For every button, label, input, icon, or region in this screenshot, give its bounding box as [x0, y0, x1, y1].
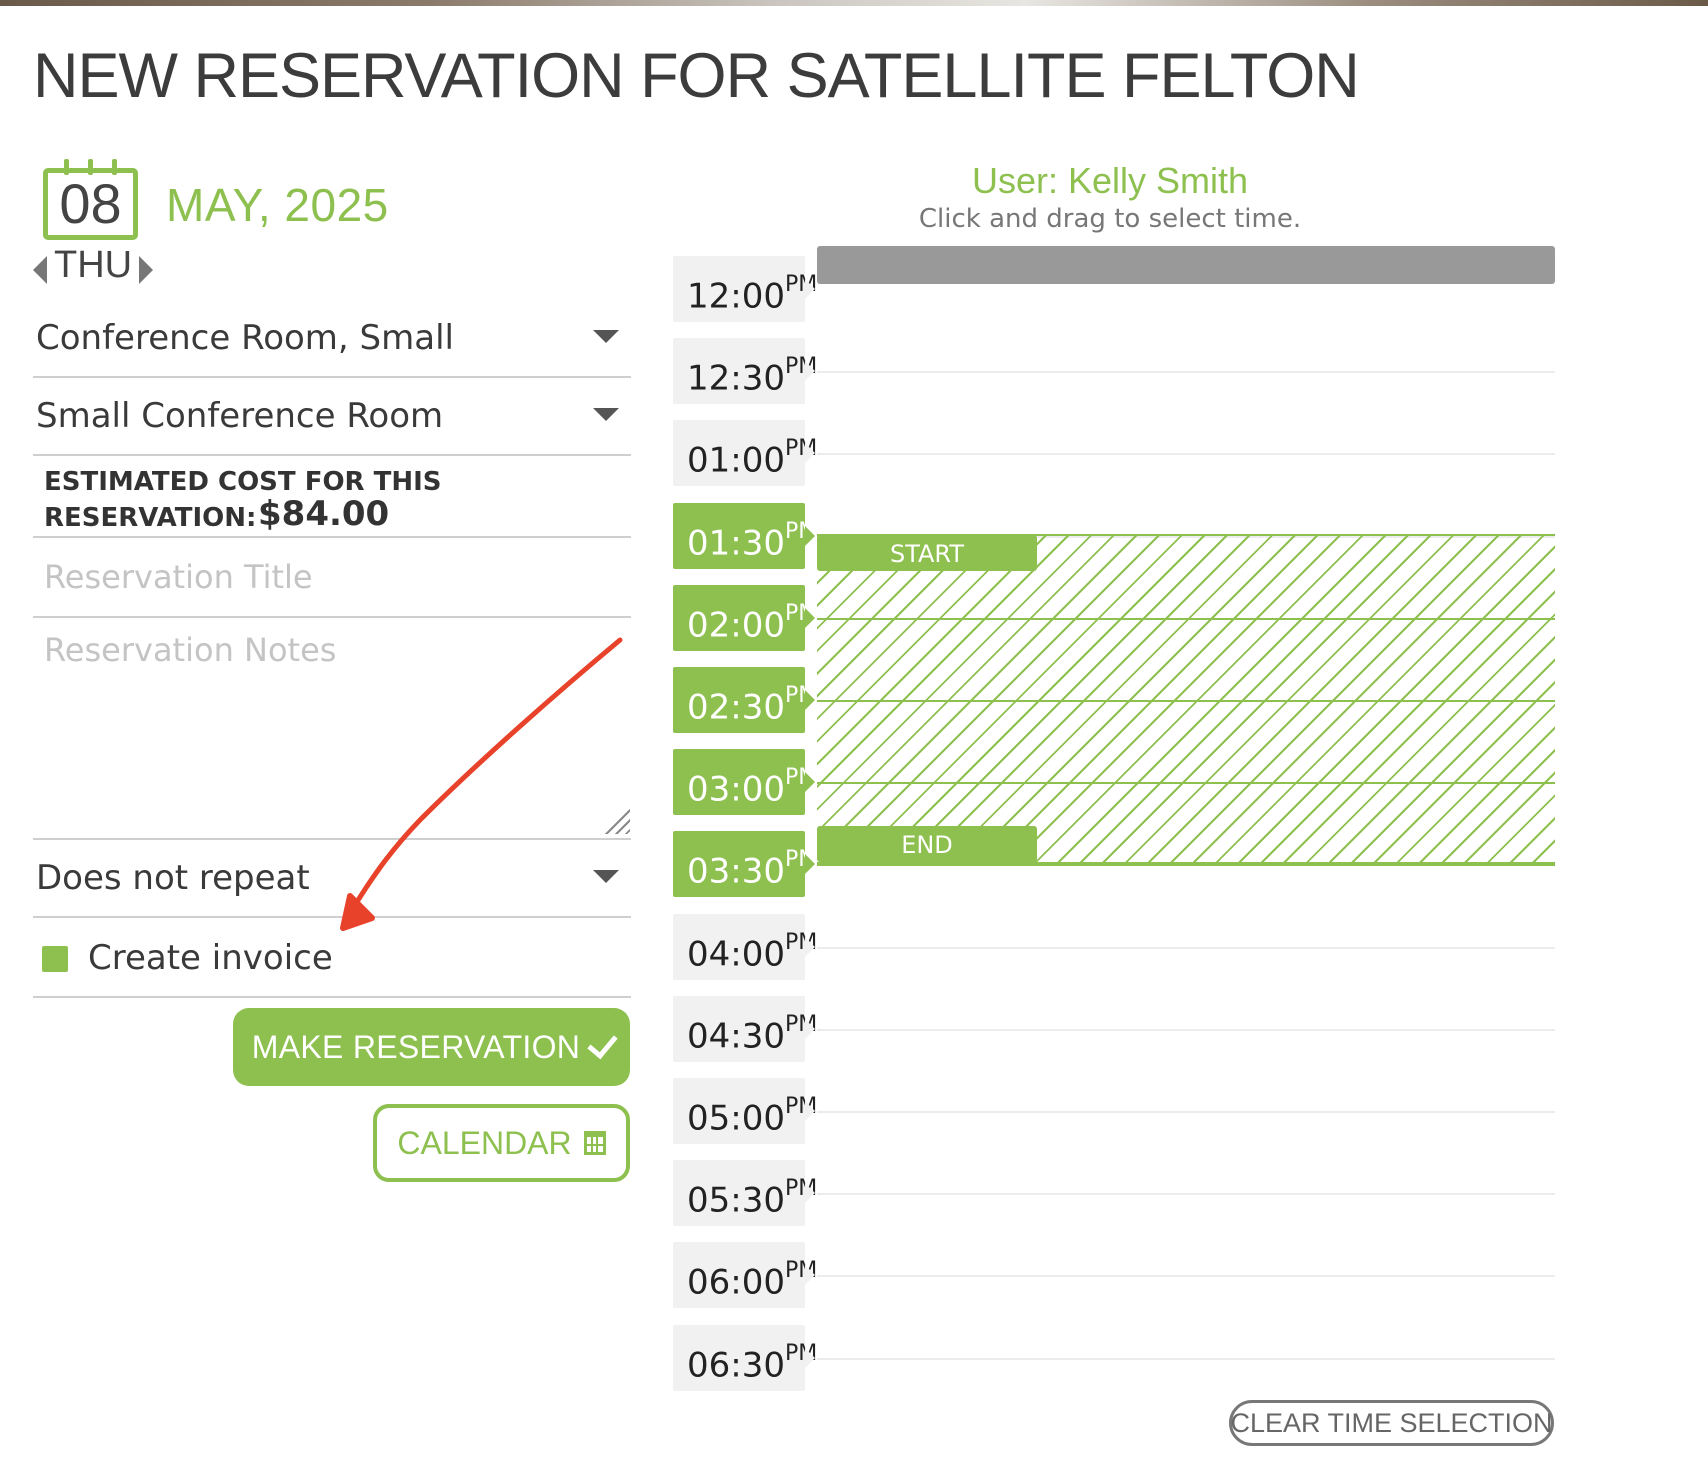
time-slot-time: 02:00	[687, 605, 785, 646]
time-slot-label[interactable]: 01:30PM	[673, 503, 817, 569]
time-slot-time: 05:30	[687, 1180, 785, 1221]
selection-gridline	[817, 782, 1555, 784]
time-slot-label[interactable]: 04:30PM	[673, 996, 817, 1062]
check-icon	[587, 1027, 618, 1059]
time-slot-period: PM	[784, 1341, 818, 1366]
make-reservation-button[interactable]: MAKE RESERVATION	[233, 1008, 630, 1086]
time-slot-time: 06:00	[687, 1262, 785, 1303]
time-slot-label[interactable]: 04:00PM	[673, 914, 817, 980]
time-slot-gridline	[817, 947, 1555, 949]
caret-down-icon	[593, 408, 619, 421]
repeat-value: Does not repeat	[36, 858, 310, 898]
room-select[interactable]: Small Conference Room	[33, 378, 631, 456]
time-slot-time: 01:30	[687, 523, 785, 564]
time-slot-time: 12:00	[687, 276, 785, 317]
time-slot-period: PM	[784, 272, 818, 297]
time-slot-time: 03:30	[687, 851, 785, 892]
time-slot-label[interactable]: 05:30PM	[673, 1160, 817, 1226]
date-weekday: THU	[54, 244, 133, 286]
time-slot-label[interactable]: 02:30PM	[673, 667, 817, 733]
schedule-user: User: Kelly Smith	[971, 160, 1249, 201]
caret-down-icon	[593, 870, 619, 883]
time-slot-label[interactable]: 01:00PM	[673, 420, 817, 486]
caret-down-icon	[593, 330, 619, 343]
selection-gridline	[817, 700, 1555, 702]
cost-value: $84.00	[258, 494, 390, 534]
selection-gridline	[817, 864, 1555, 866]
create-invoice-checkbox[interactable]	[42, 946, 68, 972]
chevron-left-icon[interactable]	[33, 256, 47, 284]
time-slot-period: PM	[784, 519, 818, 544]
time-slot-period: PM	[784, 683, 818, 708]
chevron-right-icon[interactable]	[139, 256, 153, 284]
booked-time-block	[817, 246, 1555, 284]
time-slot-time: 02:30	[687, 687, 785, 728]
time-slot-period: PM	[784, 847, 818, 872]
estimated-cost: ESTIMATED COST FOR THIS RESERVATION: $84…	[33, 456, 631, 538]
clear-time-selection-button[interactable]: CLEAR TIME SELECTION	[1229, 1400, 1554, 1446]
date-day: 08	[59, 172, 122, 235]
make-reservation-label: MAKE RESERVATION	[251, 1028, 581, 1065]
header-image-strip	[0, 0, 1708, 6]
time-slot-time: 04:30	[687, 1016, 785, 1057]
time-slot-time: 05:00	[687, 1098, 785, 1139]
time-slot-time: 06:30	[687, 1345, 785, 1386]
time-slot-gridline	[817, 1029, 1555, 1031]
selection-start-handle[interactable]: START	[817, 535, 1037, 571]
time-slot-gridline	[817, 1358, 1555, 1360]
time-slot-gridline	[817, 1275, 1555, 1277]
create-invoice-label[interactable]: Create invoice	[88, 938, 333, 978]
schedule-hint: Click and drag to select time.	[918, 204, 1302, 234]
time-slot-period: PM	[784, 1094, 818, 1119]
room-value: Small Conference Room	[36, 396, 444, 436]
time-slot-period: PM	[784, 930, 818, 955]
time-slot-period: PM	[784, 1176, 818, 1201]
time-slot-label[interactable]: 06:00PM	[673, 1242, 817, 1308]
time-slot-label[interactable]: 06:30PM	[673, 1325, 817, 1391]
time-slot-label[interactable]: 05:00PM	[673, 1078, 817, 1144]
time-slot-period: PM	[784, 354, 818, 379]
date-month-year: MAY, 2025	[166, 179, 389, 231]
time-slot-time: 12:30	[687, 358, 785, 399]
time-slot-period: PM	[784, 1258, 818, 1283]
calendar-button-label: CALENDAR	[397, 1124, 572, 1161]
time-slot-label[interactable]: 12:30PM	[673, 338, 817, 404]
time-slot-label[interactable]: 02:00PM	[673, 585, 817, 651]
time-slot-gridline	[817, 1111, 1555, 1113]
time-slot-period: PM	[784, 765, 818, 790]
room-type-select[interactable]: Conference Room, Small	[33, 300, 631, 378]
calendar-icon	[583, 1131, 606, 1155]
time-slot-period: PM	[784, 601, 818, 626]
reservation-notes-input[interactable]	[33, 618, 631, 840]
time-slot-label[interactable]: 03:00PM	[673, 749, 817, 815]
time-slot-gridline	[817, 1193, 1555, 1195]
time-slot-time: 01:00	[687, 440, 785, 481]
time-slot-time: 03:00	[687, 769, 785, 810]
time-slot-gridline	[817, 453, 1555, 455]
room-type-value: Conference Room, Small	[36, 318, 454, 358]
time-slot-period: PM	[784, 1012, 818, 1037]
time-slot-label[interactable]: 03:30PM	[673, 831, 817, 897]
repeat-select[interactable]: Does not repeat	[33, 840, 631, 918]
time-slot-period: PM	[784, 436, 818, 461]
selection-end-handle[interactable]: END	[817, 826, 1037, 862]
time-slot-label[interactable]: 12:00PM	[673, 256, 817, 322]
reservation-title-input[interactable]	[33, 538, 631, 618]
selected-time-range[interactable]	[817, 534, 1555, 864]
page-title: NEW RESERVATION FOR SATELLITE FELTON	[33, 41, 1360, 111]
selection-gridline	[817, 618, 1555, 620]
time-slot-gridline	[817, 371, 1555, 373]
calendar-button[interactable]: CALENDAR	[373, 1104, 630, 1182]
invoice-row: Create invoice	[33, 918, 631, 998]
time-slot-time: 04:00	[687, 934, 785, 975]
calendar-icon: 08	[43, 159, 138, 240]
